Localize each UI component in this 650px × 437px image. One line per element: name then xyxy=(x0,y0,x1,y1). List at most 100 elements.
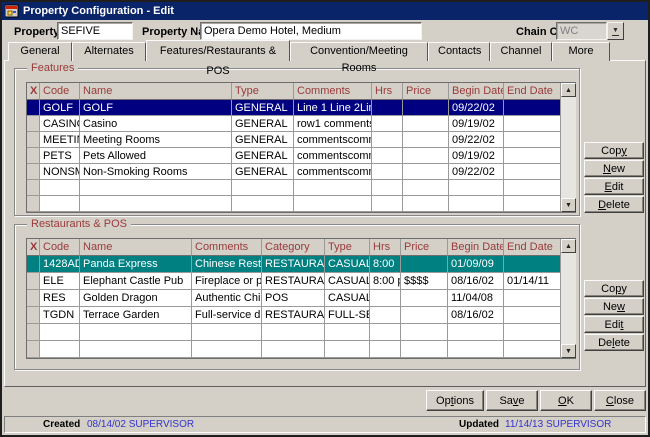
cell xyxy=(372,100,403,116)
tab-channel[interactable]: Channel xyxy=(490,42,552,61)
table-row[interactable]: GOLF GOLF GENERAL Line 1 Line 2Line 09/2… xyxy=(27,100,560,116)
restaurants-new-button[interactable]: New xyxy=(584,298,644,315)
features-copy-button[interactable]: Copy xyxy=(584,142,644,159)
cell xyxy=(403,164,449,180)
column-header: X xyxy=(27,83,40,100)
scrollbar-track[interactable] xyxy=(561,97,576,198)
features-header-row: X Code Name Type Comments Hrs Price Begi… xyxy=(27,83,560,100)
table-row-empty[interactable] xyxy=(27,341,560,358)
window-title: Property Configuration - Edit xyxy=(23,5,174,17)
scrollbar-track[interactable] xyxy=(561,253,576,344)
table-row[interactable]: TGDN Terrace Garden Full-service dinin R… xyxy=(27,307,560,324)
app-icon xyxy=(5,4,19,18)
chevron-down-icon: ▼ xyxy=(612,27,619,36)
column-header: End Date xyxy=(504,239,560,256)
features-edit-button[interactable]: Edit xyxy=(584,178,644,195)
status-bar: Created 08/14/02 SUPERVISOR Updated 11/1… xyxy=(4,416,646,433)
features-scrollbar[interactable]: ▲ ▼ xyxy=(560,83,576,212)
table-row[interactable]: RES Golden Dragon Authentic Chines POS C… xyxy=(27,290,560,307)
cell: 11/04/08 xyxy=(448,290,504,307)
table-row[interactable]: CASINO Casino GENERAL row1 comments o 09… xyxy=(27,116,560,132)
cell xyxy=(370,307,401,324)
table-row[interactable]: MEETING Meeting Rooms GENERAL commentsco… xyxy=(27,132,560,148)
table-row[interactable]: ELE Elephant Castle Pub Fireplace or pat… xyxy=(27,273,560,290)
table-row[interactable]: PETS Pets Allowed GENERAL commentscomme … xyxy=(27,148,560,164)
table-row-empty[interactable] xyxy=(27,196,560,212)
column-header: Comments xyxy=(192,239,262,256)
column-header: Comments xyxy=(294,83,372,100)
cell xyxy=(504,256,560,273)
column-header: Name xyxy=(80,83,232,100)
tab-alternates[interactable]: Alternates xyxy=(72,42,146,61)
cell: 09/22/02 xyxy=(449,100,504,116)
features-group-label: Features xyxy=(27,61,78,75)
cell: 1428AD xyxy=(40,256,80,273)
cell xyxy=(372,132,403,148)
cell xyxy=(504,307,560,324)
cell: commentscomme xyxy=(294,148,372,164)
features-table-grid: X Code Name Type Comments Hrs Price Begi… xyxy=(27,83,560,212)
cell: Golden Dragon xyxy=(80,290,192,307)
restaurants-delete-button[interactable]: Delete xyxy=(584,334,644,351)
row-selector-cell xyxy=(27,100,40,116)
cell: 01/09/09 xyxy=(448,256,504,273)
cell: 09/19/02 xyxy=(449,116,504,132)
scroll-up-icon[interactable]: ▲ xyxy=(561,239,576,253)
options-button[interactable]: Options xyxy=(426,390,484,411)
features-new-button[interactable]: New xyxy=(584,160,644,177)
row-selector-cell xyxy=(27,148,40,164)
table-row-empty[interactable] xyxy=(27,324,560,341)
row-selector-cell xyxy=(27,116,40,132)
cell: commentscomme xyxy=(294,132,372,148)
column-header: End Date xyxy=(504,83,560,100)
table-row[interactable]: NONSMK Non-Smoking Rooms GENERAL comment… xyxy=(27,164,560,180)
save-button[interactable]: Save xyxy=(486,390,538,411)
scroll-up-icon[interactable]: ▲ xyxy=(561,83,576,97)
restaurants-scrollbar[interactable]: ▲ ▼ xyxy=(560,239,576,358)
cell: 09/22/02 xyxy=(449,164,504,180)
cell: CASUAL D xyxy=(325,273,370,290)
cell: Full-service dinin xyxy=(192,307,262,324)
column-header: Code xyxy=(40,83,80,100)
column-header: Name xyxy=(80,239,192,256)
cell xyxy=(504,132,560,148)
restaurants-copy-button[interactable]: Copy xyxy=(584,280,644,297)
cell: GENERAL xyxy=(232,100,294,116)
cell xyxy=(504,116,560,132)
created-value: 08/14/02 SUPERVISOR xyxy=(87,417,194,432)
column-header: Price xyxy=(403,83,449,100)
property-name-input[interactable] xyxy=(200,22,422,40)
column-header: Hrs xyxy=(370,239,401,256)
cell: CASUAL xyxy=(325,256,370,273)
column-header: Code xyxy=(40,239,80,256)
cell: 8:00 pm xyxy=(370,273,401,290)
tab-features-restaurants-pos[interactable]: Features/Restaurants & POS xyxy=(146,40,290,61)
table-row-empty[interactable] xyxy=(27,180,560,196)
cell xyxy=(401,256,448,273)
close-button[interactable]: Close xyxy=(594,390,646,411)
tab-general[interactable]: General xyxy=(8,42,72,61)
restaurants-edit-button[interactable]: Edit xyxy=(584,316,644,333)
scroll-down-icon[interactable]: ▼ xyxy=(561,198,576,212)
chain-code-input[interactable] xyxy=(556,22,607,40)
column-header: Price xyxy=(401,239,448,256)
row-selector-cell xyxy=(27,273,40,290)
ok-button[interactable]: OK xyxy=(540,390,592,411)
tab-more[interactable]: More xyxy=(552,42,610,61)
table-row[interactable]: 1428AD Panda Express Chinese Restau REST… xyxy=(27,256,560,273)
restaurants-table: X Code Name Comments Category Type Hrs P… xyxy=(26,238,576,359)
titlebar[interactable]: Property Configuration - Edit xyxy=(2,2,648,20)
restaurants-group-label: Restaurants & POS xyxy=(27,217,131,231)
cell: GENERAL xyxy=(232,164,294,180)
features-delete-button[interactable]: Delete xyxy=(584,196,644,213)
scroll-down-icon[interactable]: ▼ xyxy=(561,344,576,358)
row-selector-cell xyxy=(27,132,40,148)
tab-contacts[interactable]: Contacts xyxy=(428,42,490,61)
cell: $$$$ xyxy=(401,273,448,290)
column-header: Category xyxy=(262,239,325,256)
cell: 08/16/02 xyxy=(448,307,504,324)
cell: Elephant Castle Pub xyxy=(80,273,192,290)
chain-code-lov-button[interactable]: ▼ xyxy=(607,22,624,40)
property-input[interactable] xyxy=(57,22,133,40)
tab-convention-meeting-rooms[interactable]: Convention/Meeting Rooms xyxy=(290,42,428,61)
